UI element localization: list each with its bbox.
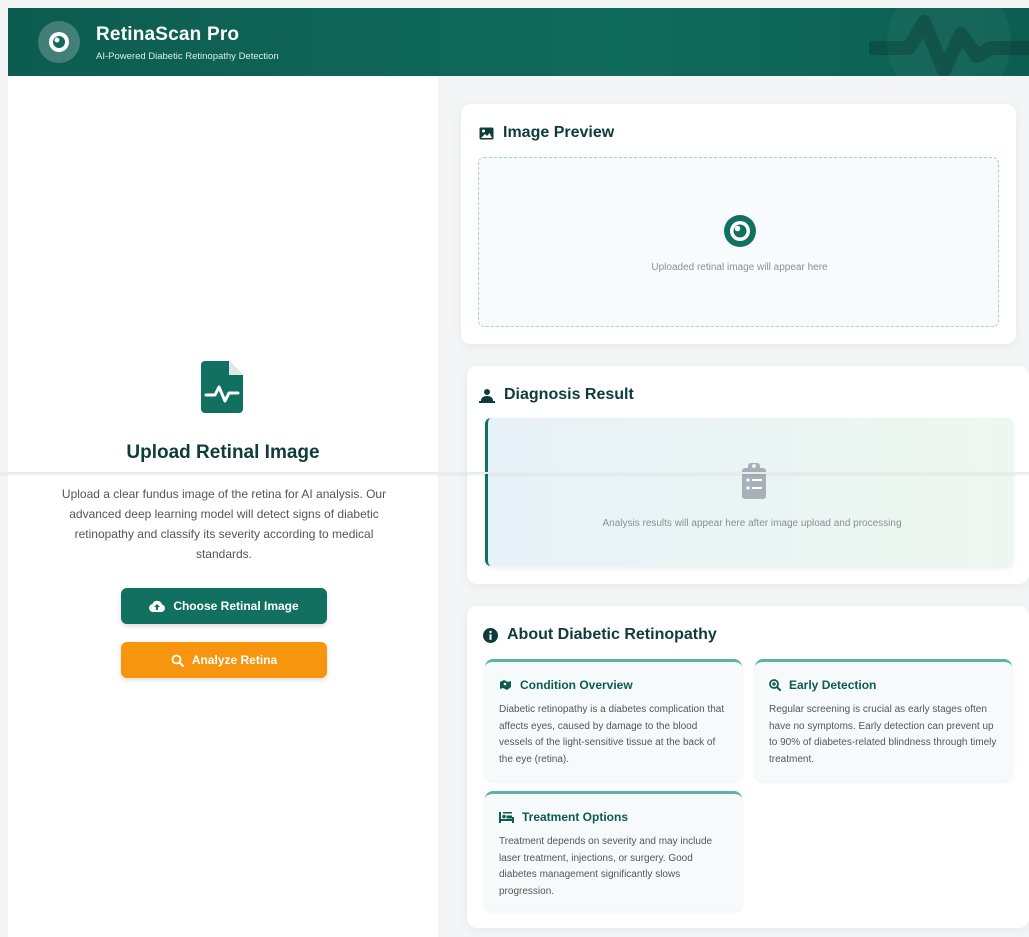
diagnosis-title: Diagnosis Result [504,386,634,403]
cloud-upload-icon [149,600,166,612]
heartbeat-decoration-icon [869,8,1029,76]
diagnosis-result-card: Diagnosis Result Analysis results will a… [467,366,1029,584]
detection-text: Regular screening is crucial as early st… [769,704,997,765]
image-preview-heading: Image Preview [479,124,614,142]
upload-description: Upload a clear fundus image of the retin… [61,487,387,561]
info-title-detection: Early Detection [769,678,998,692]
search-icon [171,654,184,667]
image-preview-card: Image Preview Uploaded retinal image wil… [461,104,1016,344]
info-box-detection: Early Detection Regular screening is cru… [755,659,1012,781]
about-title: About Diabetic Retinopathy [507,626,717,643]
medical-file-icon [201,361,243,413]
treatment-title: Treatment Options [522,810,629,824]
info-circle-icon [483,627,498,643]
detection-title: Early Detection [789,678,877,692]
info-box-condition: Condition Overview Diabetic retinopathy … [485,659,742,781]
disease-icon [500,680,511,690]
condition-title: Condition Overview [520,678,633,692]
info-title-condition: Condition Overview [499,678,728,692]
upload-panel: Upload Retinal Image Upload a clear fund… [8,76,438,937]
condition-text: Diabetic retinopathy is a diabetes compl… [499,704,725,765]
diagnosis-result-box: Analysis results will appear here after … [485,418,1013,566]
procedures-icon [499,811,514,823]
logo [38,21,80,63]
image-preview-title: Image Preview [503,124,615,141]
analyze-retina-button[interactable]: Analyze Retina [121,642,327,678]
upload-title: Upload Retinal Image [126,442,320,463]
preview-placeholder-text: Uploaded retinal image will appear here [651,262,828,273]
doctor-icon [479,388,495,403]
info-title-treatment: Treatment Options [499,810,728,824]
screen-divider [0,472,1029,474]
about-card: About Diabetic Retinopathy Condition Ove… [467,606,1029,928]
app-subtitle: AI-Powered Diabetic Retinopathy Detectio… [96,51,279,62]
eye-icon [49,32,69,52]
diagnosis-heading: Diagnosis Result [479,386,634,404]
about-heading: About Diabetic Retinopathy [483,626,717,644]
image-dropzone[interactable]: Uploaded retinal image will appear here [478,157,999,327]
treatment-text: Treatment depends on severity and may in… [499,836,713,897]
choose-image-label: Choose Retinal Image [173,599,299,613]
diagnosis-placeholder-text: Analysis results will appear here after … [602,518,902,529]
search-plus-icon [769,679,781,691]
choose-image-button[interactable]: Choose Retinal Image [121,588,327,624]
clipboard-list-icon [742,463,766,499]
info-box-treatment: Treatment Options Treatment depends on s… [485,791,742,911]
app-title: RetinaScan Pro [96,24,240,45]
eye-placeholder-icon [724,215,756,247]
app-header: RetinaScan Pro AI-Powered Diabetic Retin… [8,8,1029,76]
analyze-retina-label: Analyze Retina [191,653,278,667]
image-icon [479,127,494,139]
